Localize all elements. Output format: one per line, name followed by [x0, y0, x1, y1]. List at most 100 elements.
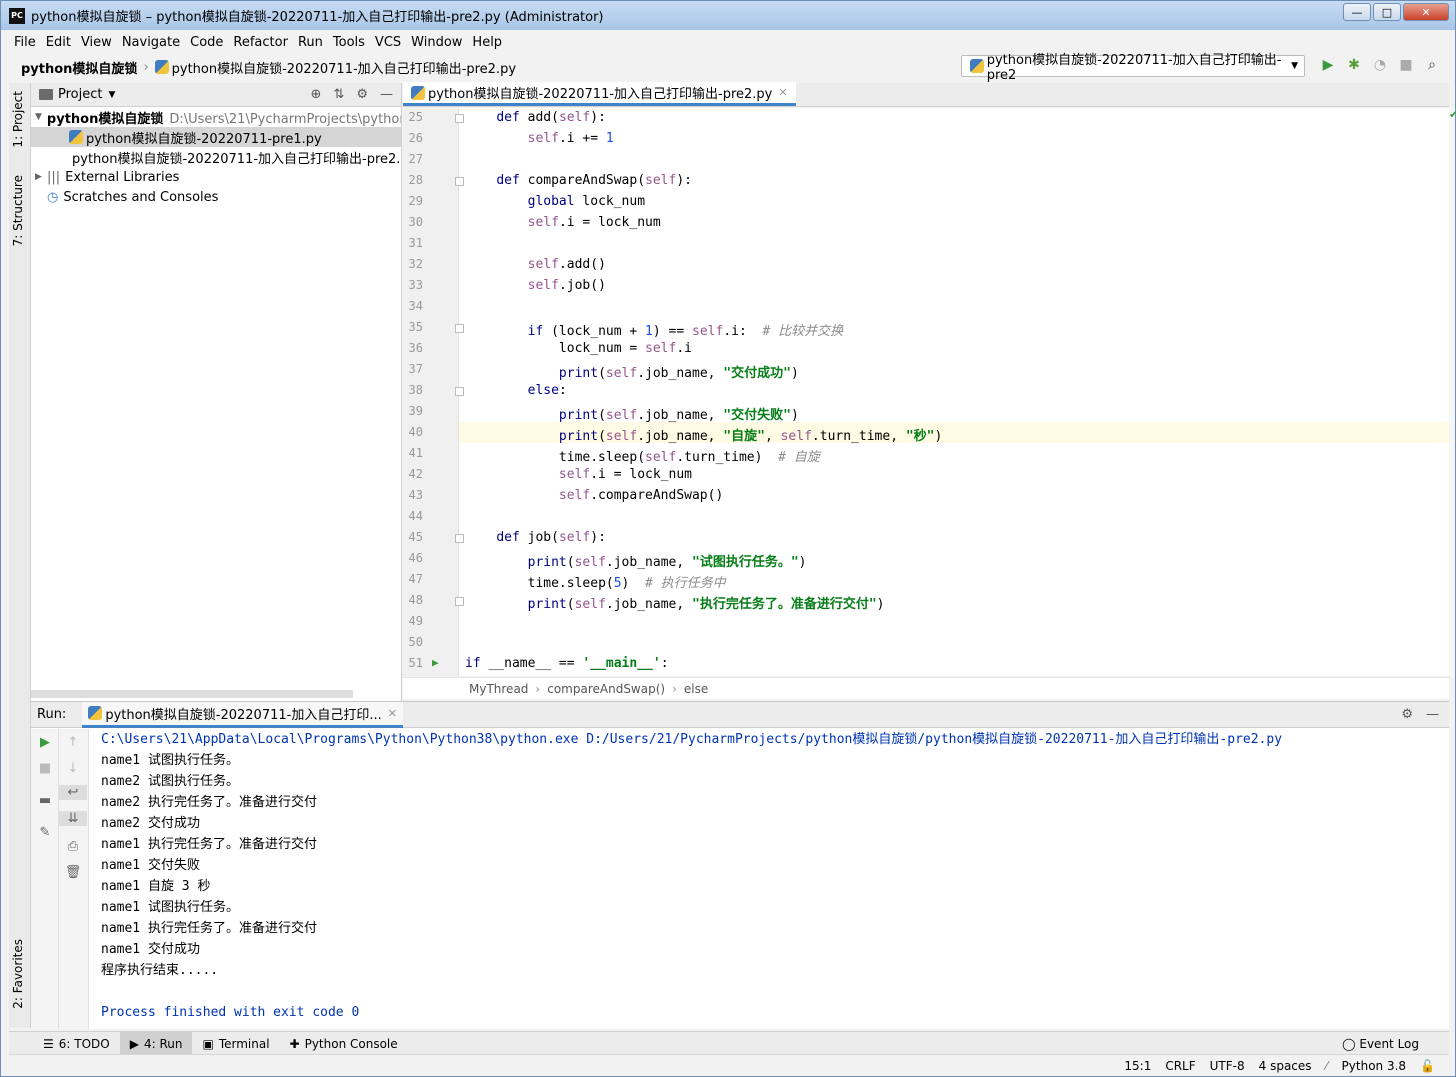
code-line: print(self.job_name, "自旋", self.turn_tim… — [558, 429, 943, 444]
fold-icon[interactable] — [455, 324, 464, 333]
pycharm-logo-icon: PC — [9, 7, 25, 24]
run-icon[interactable]: ▶ — [1315, 57, 1341, 73]
tab-run[interactable]: ▶ 4: Run — [119, 1031, 193, 1056]
file-label: python模拟自旋锁-20220711-加入自己打印输出-pre2.py — [72, 151, 401, 167]
expand-icon[interactable]: ▼ — [35, 112, 42, 122]
console-output[interactable]: C:\Users\21\AppData\Local\Programs\Pytho… — [101, 729, 1441, 1029]
hide-icon[interactable]: — — [1426, 707, 1439, 722]
event-log-button[interactable]: ◯ Event Log — [1342, 1037, 1419, 1051]
coverage-icon[interactable]: ◔ — [1367, 57, 1393, 73]
fold-icon[interactable] — [455, 387, 464, 396]
breadcrumb-class[interactable]: MyThread — [469, 682, 528, 696]
collapse-all-icon[interactable]: ⇅ — [333, 87, 344, 102]
editor-tab-active[interactable]: python模拟自旋锁-20220711-加入自己打印输出-pre2.py ✕ — [403, 82, 796, 106]
arrow-down-icon[interactable]: ↓ — [59, 761, 87, 776]
console-command: C:\Users\21\AppData\Local\Programs\Pytho… — [101, 732, 1283, 747]
gear-icon[interactable]: ⚙ — [356, 87, 368, 102]
tab-terminal[interactable]: ▣ Terminal — [192, 1032, 279, 1056]
console-line: name2 执行完任务了。准备进行交付 — [101, 795, 317, 810]
menu-file[interactable]: File — [14, 35, 36, 50]
code-line: def add(self): — [496, 110, 606, 125]
tree-root[interactable]: ▼ python模拟自旋锁 D:\Users\21\PycharmProject… — [31, 107, 401, 127]
code-line: def compareAndSwap(self): — [496, 173, 692, 188]
indent-setting[interactable]: 4 spaces — [1259, 1059, 1312, 1073]
menu-help[interactable]: Help — [472, 35, 502, 50]
expand-icon[interactable]: ▶ — [35, 172, 47, 182]
lock-icon[interactable]: 🔓 — [1420, 1059, 1435, 1073]
minimize-button[interactable]: — — [1343, 3, 1371, 21]
menu-run[interactable]: Run — [298, 35, 323, 50]
tree-external-libraries[interactable]: ▶ ||| External Libraries — [31, 167, 401, 187]
fold-icon[interactable] — [455, 177, 464, 186]
tab-todo-label: 6: TODO — [58, 1036, 110, 1051]
gear-icon[interactable]: ⚙ — [1401, 707, 1413, 722]
fold-icon[interactable] — [455, 597, 464, 606]
close-button[interactable]: ✕ — [1403, 3, 1449, 21]
menu-vcs[interactable]: VCS — [375, 35, 401, 50]
python-interpreter[interactable]: Python 3.8 — [1342, 1059, 1407, 1073]
fold-icon[interactable] — [455, 114, 464, 123]
tree-file-pre2[interactable]: python模拟自旋锁-20220711-加入自己打印输出-pre2.py — [31, 147, 401, 167]
code-line: lock_num = self.i — [558, 341, 692, 356]
close-icon[interactable]: ✕ — [778, 86, 787, 99]
code-line: print(self.job_name, "交付失败") — [558, 408, 799, 423]
caret-position[interactable]: 15:1 — [1124, 1059, 1151, 1073]
chevron-right-icon: › — [535, 681, 541, 696]
run-configuration-select[interactable]: python模拟自旋锁-20220711-加入自己打印输出-pre2 ▼ — [961, 53, 1305, 83]
external-libraries-label: External Libraries — [65, 169, 180, 185]
stop-icon[interactable]: ■ — [1393, 57, 1419, 73]
menu-window[interactable]: Window — [411, 35, 462, 50]
chevron-right-icon: › — [672, 681, 677, 696]
file-encoding[interactable]: UTF-8 — [1210, 1059, 1245, 1073]
scroll-to-end-icon[interactable]: ⇊ — [59, 811, 87, 826]
soft-wrap-icon[interactable]: ↩ — [59, 785, 87, 800]
breadcrumb-method[interactable]: compareAndSwap() — [547, 682, 665, 696]
arrow-up-icon[interactable]: ↑ — [59, 735, 87, 750]
line-number: 42 — [408, 467, 423, 481]
tree-file-pre1[interactable]: python模拟自旋锁-20220711-pre1.py — [31, 127, 401, 147]
tab-python-console[interactable]: ✚ Python Console — [280, 1032, 408, 1056]
trash-icon[interactable]: 🗑 — [59, 865, 87, 880]
line-number: 30 — [408, 215, 423, 229]
line-separator[interactable]: CRLF — [1165, 1059, 1195, 1073]
rerun-icon[interactable]: ▶ — [31, 735, 59, 750]
stop-icon[interactable]: ■ — [31, 761, 59, 776]
library-icon: ||| — [47, 169, 61, 185]
menu-navigate[interactable]: Navigate — [122, 35, 180, 50]
nav-file[interactable]: python模拟自旋锁-20220711-加入自己打印输出-pre2.py — [172, 58, 516, 77]
breadcrumb-block[interactable]: else — [684, 682, 708, 696]
tab-todo[interactable]: ☰ 6: TODO — [33, 1032, 120, 1056]
menu-refactor[interactable]: Refactor — [233, 35, 288, 50]
code-editor[interactable]: 25 26 27 28 29 30 31 32 33 34 35 36 37 38 39 40 41 42 43 44… — [403, 108, 1449, 676]
scratches-label: Scratches and Consoles — [63, 189, 219, 205]
horizontal-scrollbar[interactable] — [31, 690, 353, 698]
run-tab[interactable]: python模拟自旋锁-20220711-加入自己打印... ✕ — [82, 701, 403, 728]
chevron-down-icon[interactable]: ▼ — [108, 90, 115, 100]
project-panel-title[interactable]: Project — [58, 87, 102, 102]
menu-tools[interactable]: Tools — [333, 35, 365, 50]
line-number: 33 — [408, 278, 423, 292]
layout-icon[interactable]: ▬ — [31, 793, 59, 808]
editor-scrollbar[interactable]: ✔ — [1449, 108, 1456, 676]
tab-project[interactable]: 1: Project — [11, 91, 25, 148]
debug-icon[interactable]: ✱ — [1341, 57, 1367, 73]
code-line: self.compareAndSwap() — [558, 488, 724, 503]
pin-icon[interactable]: ✎ — [31, 825, 59, 840]
close-icon[interactable]: ✕ — [388, 707, 397, 720]
maximize-button[interactable]: □ — [1373, 3, 1401, 21]
tree-scratches[interactable]: ◷ Scratches and Consoles — [31, 187, 401, 207]
run-gutter-icon[interactable]: ▶ — [432, 656, 439, 669]
tab-structure[interactable]: 7: Structure — [11, 175, 25, 246]
menu-view[interactable]: View — [81, 35, 112, 50]
hide-icon[interactable]: — — [380, 87, 393, 102]
fold-icon[interactable] — [455, 534, 464, 543]
menu-code[interactable]: Code — [190, 35, 223, 50]
inspection-icon[interactable]: ⁄ — [1326, 1059, 1328, 1073]
run-toolbar: ▶ ✱ ◔ ■ ⌕ — [1315, 57, 1445, 73]
locate-icon[interactable]: ⊕ — [311, 87, 322, 102]
search-icon[interactable]: ⌕ — [1419, 57, 1445, 73]
print-icon[interactable]: ⎙ — [59, 839, 87, 854]
nav-project[interactable]: python模拟自旋锁 — [21, 58, 137, 77]
tab-favorites[interactable]: 2: Favorites — [11, 939, 25, 1009]
menu-edit[interactable]: Edit — [46, 35, 71, 50]
